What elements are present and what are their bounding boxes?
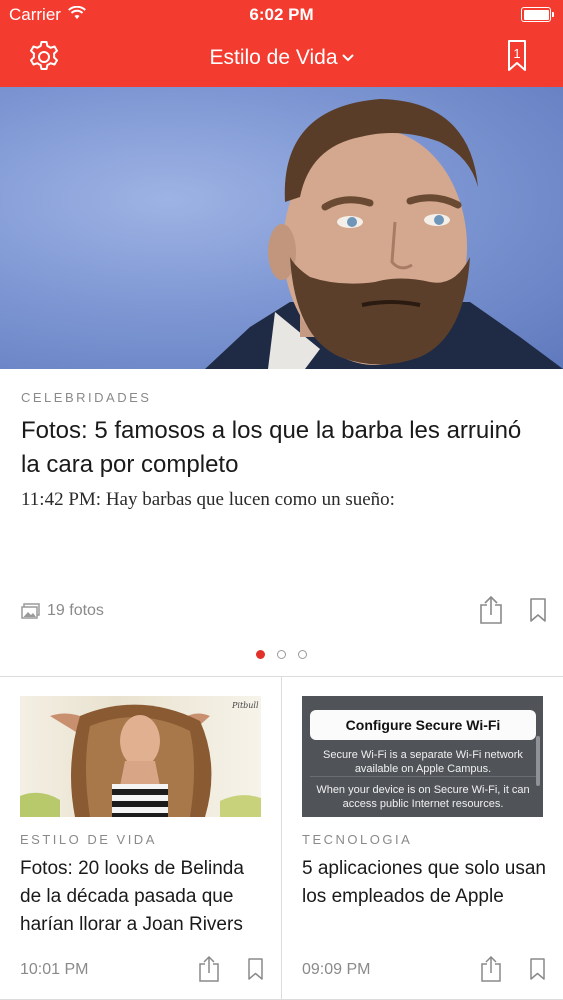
card-category: ESTILO DE VIDA [20,832,157,847]
article-card[interactable]: Configure Secure Wi-Fi Secure Wi-Fi is a… [282,677,563,1000]
page-indicator[interactable] [0,650,563,659]
photo-count: 19 fotos [21,600,104,622]
photo-count-label: 19 fotos [47,602,104,619]
page-dot[interactable] [277,650,286,659]
scrollbar [536,736,540,786]
card-time: 10:01 PM [20,961,89,978]
hero-headline[interactable]: Fotos: 5 famosos a los que la barba les … [21,414,546,482]
chevron-down-icon [341,54,354,62]
card-time: 09:09 PM [302,961,371,978]
section-title: Estilo de Vida [209,46,338,69]
bookmark-count: 1 [513,46,521,61]
bookmarks-button[interactable]: 1 [507,40,527,72]
status-bar: Carrier 6:02 PM [0,0,563,30]
hero-image[interactable] [0,87,563,369]
photo-icon [21,603,40,619]
status-time: 6:02 PM [249,5,314,24]
page-dot[interactable] [256,650,265,659]
wifi-config-button: Configure Secure Wi-Fi [310,710,536,740]
bookmark-icon[interactable] [530,598,546,622]
card-thumbnail: Pitbull [20,696,261,817]
battery-icon [521,7,554,22]
hero-category: CELEBRIDADES [21,390,152,405]
bookmark-icon[interactable] [530,958,545,980]
article-card[interactable]: Pitbull ESTILO DE VIDA Fotos: 20 looks d… [0,677,281,1000]
top-bar: Carrier 6:02 PM Estilo de Vida 1 [0,0,563,87]
wifi-description: When your device is on Secure Wi-Fi, it … [316,784,530,810]
hero-summary: 11:42 PM: Hay barbas que lucen como un s… [21,489,395,510]
share-icon[interactable] [198,956,220,982]
card-title[interactable]: 5 aplicaciones que solo usan los emplead… [302,855,547,911]
page-dot[interactable] [298,650,307,659]
portrait-illustration [205,99,563,369]
share-icon[interactable] [479,596,503,624]
bookmark-icon[interactable] [248,958,263,980]
divider [310,776,536,777]
svg-text:Pitbull: Pitbull [231,701,259,710]
card-category: TECNOLOGIA [302,832,413,847]
wifi-description: Secure Wi-Fi is a separate Wi-Fi network… [323,749,523,775]
section-selector[interactable]: Estilo de Vida [0,46,563,70]
share-icon[interactable] [480,956,502,982]
card-title[interactable]: Fotos: 20 looks de Belinda de la década … [20,855,265,939]
card-thumbnail: Configure Secure Wi-Fi Secure Wi-Fi is a… [302,696,543,817]
